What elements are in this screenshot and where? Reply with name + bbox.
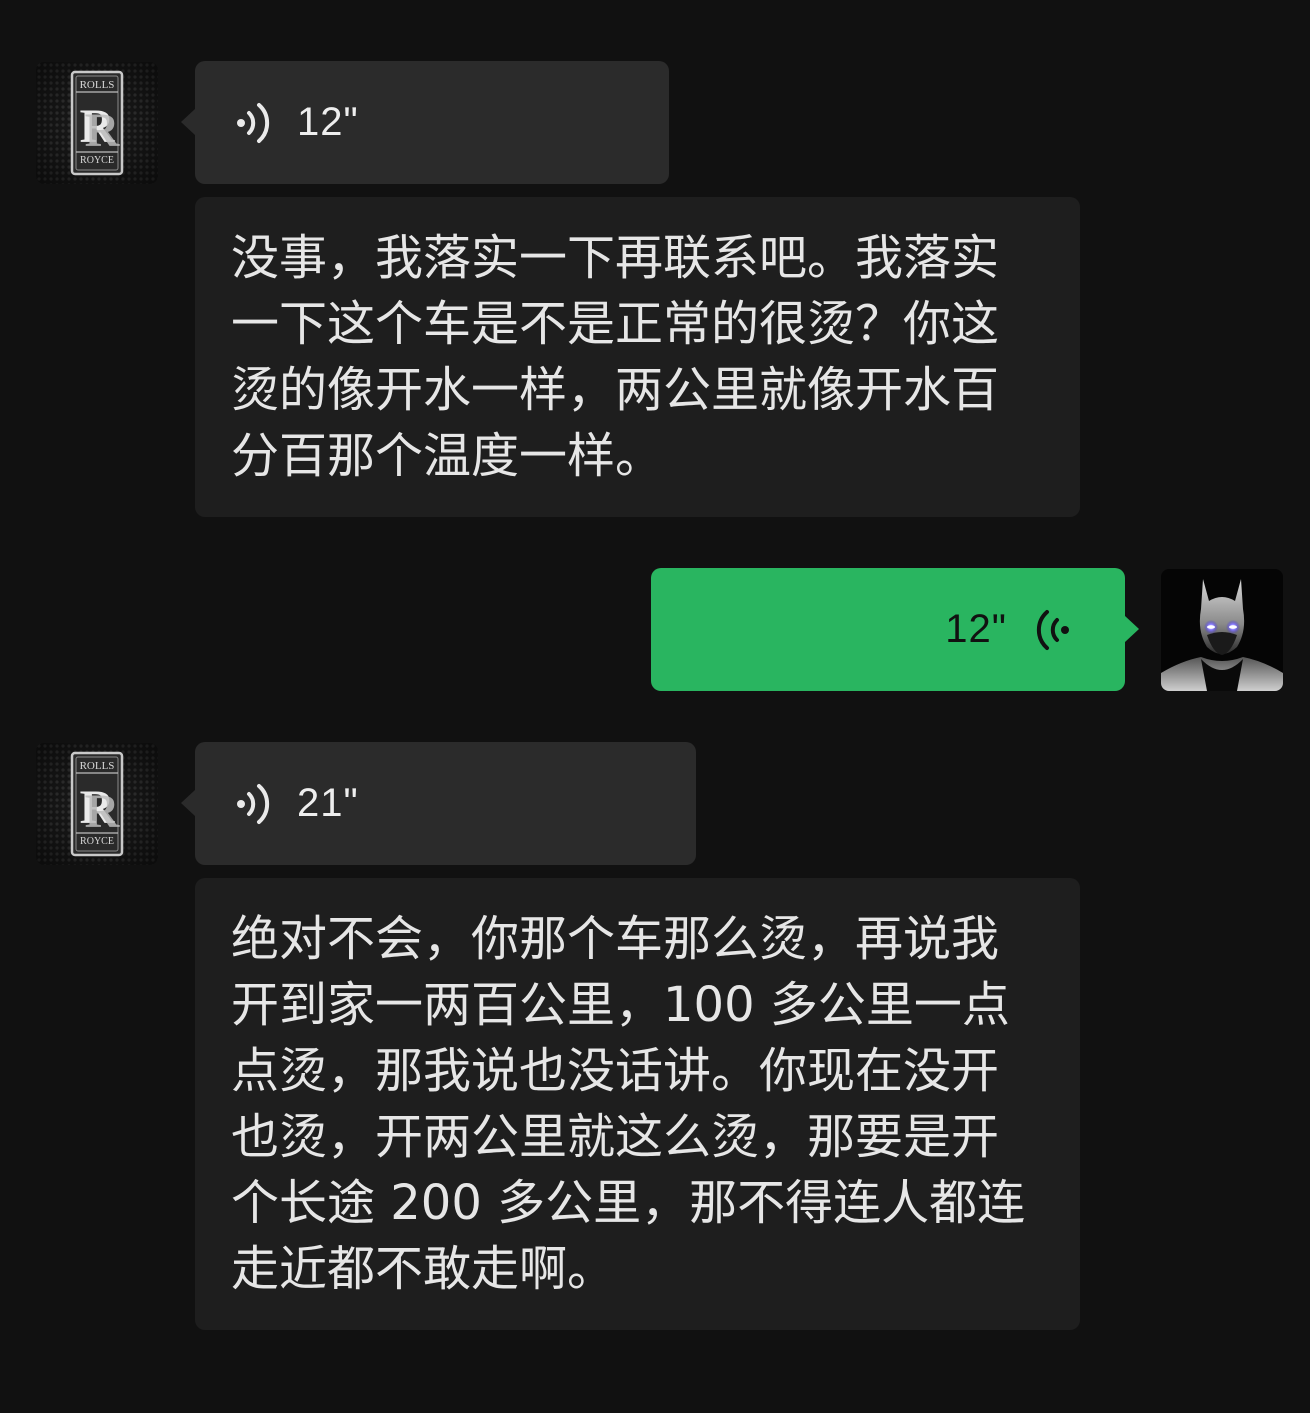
svg-text:R: R: [85, 104, 121, 157]
chat-screen: ROLLS R R ROYCE 12" 没事，我落实一下再联系吧。我落实 一下这…: [0, 0, 1310, 1413]
rolls-royce-avatar[interactable]: ROLLS R R ROYCE: [36, 62, 158, 184]
voice-duration: 12": [297, 100, 359, 144]
voice-duration: 12": [945, 607, 1007, 651]
svg-text:ROYCE: ROYCE: [80, 836, 114, 847]
text-message-incoming[interactable]: 没事，我落实一下再联系吧。我落实 一下这个车是不是正常的很烫？你这 烫的像开水一…: [195, 197, 1080, 517]
my-avatar[interactable]: [1161, 569, 1283, 691]
message-text: 没事，我落实一下再联系吧。我落实 一下这个车是不是正常的很烫？你这 烫的像开水一…: [231, 230, 1000, 484]
voice-wave-icon: [237, 783, 270, 824]
svg-text:ROYCE: ROYCE: [80, 155, 114, 166]
voice-wave-icon: [237, 102, 270, 143]
voice-wave-icon: [1036, 609, 1069, 650]
voice-message-outgoing[interactable]: 12": [651, 568, 1139, 691]
voice-row: 12": [233, 61, 359, 184]
svg-text:ROLLS: ROLLS: [80, 760, 115, 772]
text-message-incoming[interactable]: 绝对不会，你那个车那么烫，再说我 开到家一两百公里，100 多公里一点 点烫，那…: [195, 878, 1080, 1330]
svg-text:ROLLS: ROLLS: [80, 79, 115, 91]
voice-message-incoming[interactable]: 12": [181, 61, 669, 184]
rolls-royce-avatar[interactable]: ROLLS R R ROYCE: [36, 743, 158, 865]
voice-message-incoming[interactable]: 21": [181, 742, 696, 865]
voice-row: 21": [233, 742, 359, 865]
voice-row: 12": [945, 568, 1073, 691]
voice-duration: 21": [297, 781, 359, 825]
batman-icon: [1161, 569, 1283, 691]
rolls-royce-logo-icon: ROLLS R R ROYCE: [36, 62, 158, 184]
message-text: 绝对不会，你那个车那么烫，再说我 开到家一两百公里，100 多公里一点 点烫，那…: [231, 911, 1026, 1297]
svg-text:R: R: [85, 785, 121, 838]
rolls-royce-logo-icon: ROLLS R R ROYCE: [36, 743, 158, 865]
